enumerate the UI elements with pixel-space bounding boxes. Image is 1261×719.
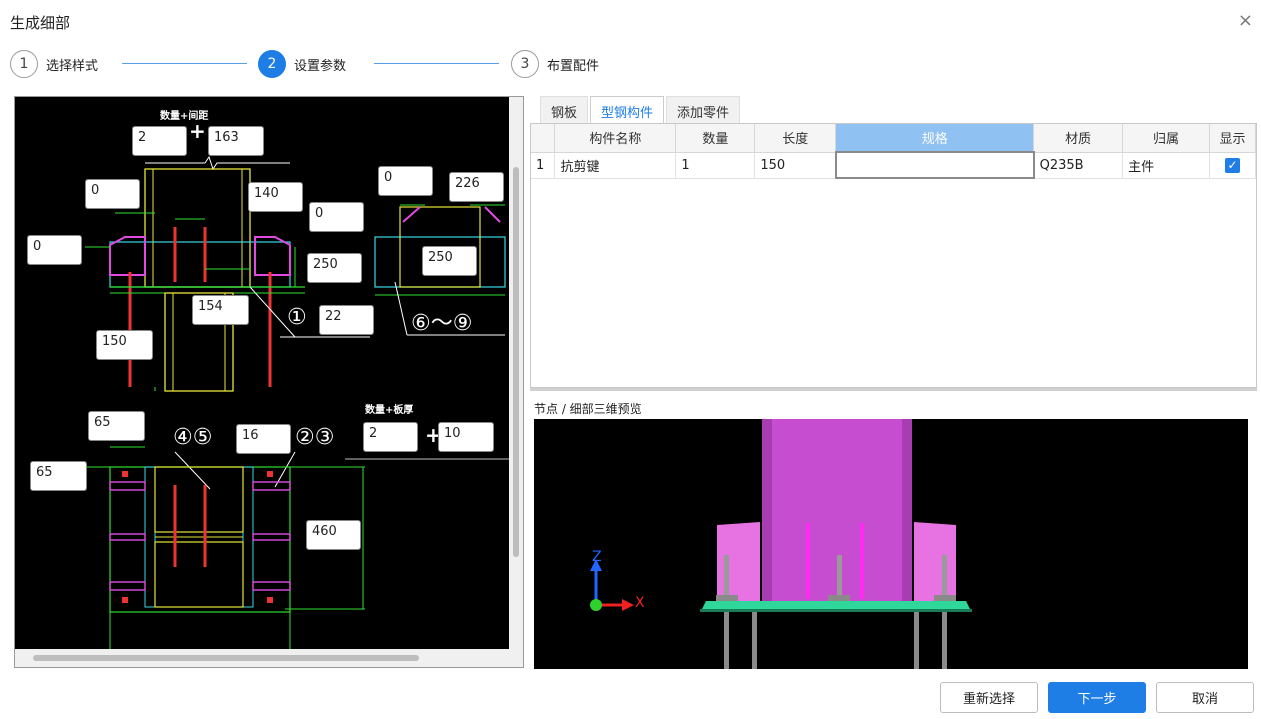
component-tabs: 钢板 型钢构件 添加零件 [540,96,742,124]
step-select-style: 1 选择样式 [10,50,98,78]
parameter-drawing-panel: 数量+间距 数量+板厚 + + ① ⑥～⑨ ④⑤ ②③ 2 163 0 140 … [14,96,524,668]
column-header-name[interactable]: 构件名称 [554,124,677,153]
height-460-input[interactable]: 460 [306,520,361,550]
dim-65-left-input[interactable]: 65 [30,461,87,491]
callout-6-9: ⑥～⑨ [411,311,473,336]
column-header-owner[interactable]: 归属 [1122,124,1210,153]
step-label: 布置配件 [547,58,600,74]
cell-spec-input[interactable] [834,151,1035,179]
preview-title: 节点 / 细部三维预览 [534,402,642,416]
panel-splitter[interactable] [530,388,1257,391]
height-150-input[interactable]: 150 [96,330,153,360]
top-offset-input[interactable]: 0 [85,179,140,209]
dim-65-top-input[interactable]: 65 [88,411,145,441]
axis-z-label: Z [592,549,602,565]
component-table: 构件名称 数量 长度 规格 材质 归属 显示 1 抗剪键 1 150 Q235B [531,124,1256,179]
right-offset-input[interactable]: 0 [378,166,433,196]
vertical-scrollbar[interactable] [509,97,523,651]
step-number: 1 [10,50,38,78]
plus-sign: + [189,119,206,143]
step-set-params: 2 设置参数 [258,50,346,78]
column-header-qty[interactable]: 数量 [675,124,756,153]
table-row[interactable]: 1 抗剪键 1 150 Q235B 主件 ✓ [531,151,1256,179]
step-connector [374,63,499,64]
component-table-panel: 构件名称 数量 长度 规格 材质 归属 显示 1 抗剪键 1 150 Q235B [530,123,1257,388]
column-header-index [531,124,556,153]
step-label: 设置参数 [294,58,347,74]
close-icon[interactable]: × [1238,10,1253,31]
stepper: 1 选择样式 2 设置参数 3 布置配件 [10,50,630,80]
step-place-fittings: 3 布置配件 [511,50,599,78]
generate-detail-dialog: 生成细部 × 1 选择样式 2 设置参数 3 布置配件 数量+间距 数量+板厚 … [0,0,1261,719]
cell-length[interactable]: 150 [754,152,837,179]
spacing-input[interactable]: 163 [208,126,264,156]
next-button[interactable]: 下一步 [1048,682,1146,713]
column-header-spec[interactable]: 规格 [835,124,1035,153]
step-number: 2 [258,50,286,78]
step-connector [122,63,247,64]
reselect-button[interactable]: 重新选择 [940,682,1038,713]
callout-1-value-input[interactable]: 22 [319,305,374,335]
tab-steel-plate[interactable]: 钢板 [540,96,589,124]
cell-qty[interactable]: 1 [675,152,756,179]
height-250-left-input[interactable]: 250 [307,253,362,283]
scroll-corner [509,649,523,667]
cell-material[interactable]: Q235B [1033,152,1124,179]
show-checkbox[interactable]: ✓ [1225,157,1240,173]
left-offset-input[interactable]: 0 [27,235,82,265]
cell-show: ✓ [1209,152,1256,179]
step-number: 3 [511,50,539,78]
column-header-show[interactable]: 显示 [1209,124,1256,153]
column-header-material[interactable]: 材质 [1033,124,1124,153]
qty-input[interactable]: 2 [132,126,187,156]
tab-section-steel[interactable]: 型钢构件 [590,96,665,124]
axis-x-label: X [635,595,645,611]
thickness-10-input[interactable]: 10 [438,422,494,452]
callout-4-5: ④⑤ [173,425,213,450]
row-index: 1 [531,152,556,179]
mid-offset-input[interactable]: 0 [309,202,364,232]
step-label: 选择样式 [46,58,99,74]
scroll-thumb[interactable] [513,167,519,557]
dialog-title: 生成细部 [10,14,71,32]
tab-add-part[interactable]: 添加零件 [666,96,741,124]
width-140-input[interactable]: 140 [248,182,303,212]
height-250-right-input[interactable]: 250 [422,246,477,276]
label-qty-thickness: 数量+板厚 [365,405,414,416]
scroll-thumb[interactable] [33,655,419,661]
table-header-row: 构件名称 数量 长度 规格 材质 归属 显示 [531,124,1256,153]
column-header-length[interactable]: 长度 [754,124,837,153]
3d-preview-render [590,419,972,669]
qty-2-input[interactable]: 2 [363,422,418,452]
cell-name[interactable]: 抗剪键 [554,152,677,179]
cancel-button[interactable]: 取消 [1156,682,1254,713]
cell-owner[interactable]: 主件 [1122,152,1210,179]
callout-1: ① [287,305,307,330]
3d-preview-viewport[interactable]: Z X [534,419,1248,669]
width-154-input[interactable]: 154 [192,295,249,325]
right-226-input[interactable]: 226 [449,172,504,202]
horizontal-scrollbar[interactable] [15,649,511,667]
callout-2-3: ②③ [295,425,335,450]
thickness-16-input[interactable]: 16 [236,424,291,454]
